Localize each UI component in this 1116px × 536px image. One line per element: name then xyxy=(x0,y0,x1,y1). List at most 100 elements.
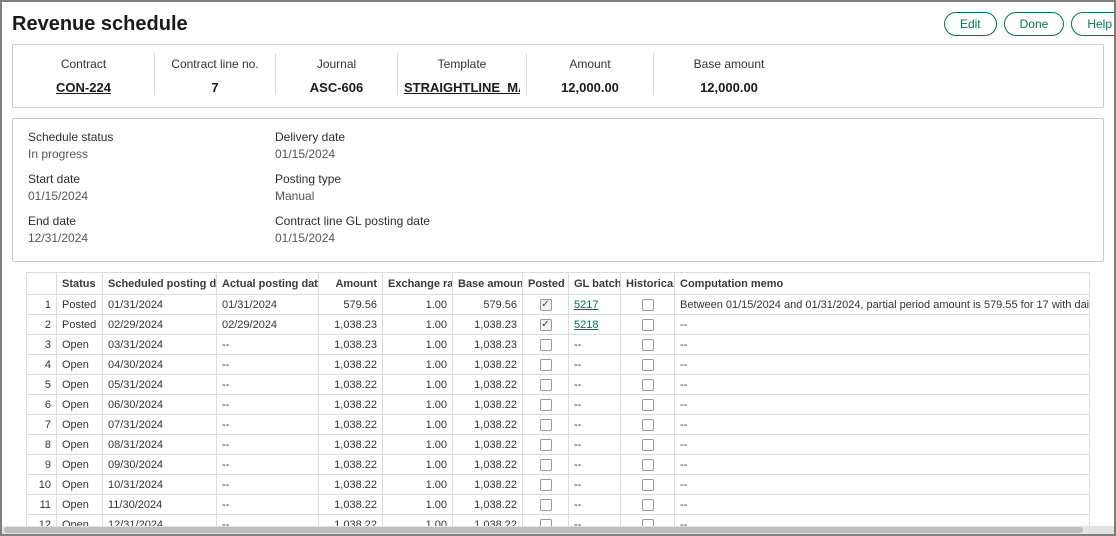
cell-row-number: 1 xyxy=(27,295,57,315)
cell-amount: 1,038.23 xyxy=(319,335,383,355)
detail-label: Schedule status xyxy=(28,130,275,144)
posted-checkbox[interactable] xyxy=(540,499,552,511)
cell-scheduled-posting-date: 02/29/2024 xyxy=(103,315,217,335)
cell-computation-memo: -- xyxy=(675,495,1090,515)
detail-value: 01/15/2024 xyxy=(28,189,275,203)
field-label: Base amount xyxy=(660,57,798,71)
posted-checkbox[interactable] xyxy=(540,439,552,451)
field-label: Contract line no. xyxy=(161,57,269,71)
gl-batch-link[interactable]: 5218 xyxy=(574,319,598,331)
cell-status: Open xyxy=(57,395,103,415)
gl-batch-empty: -- xyxy=(574,439,581,451)
cell-scheduled-posting-date: 07/31/2024 xyxy=(103,415,217,435)
cell-gl-batch: -- xyxy=(569,475,621,495)
cell-computation-memo: -- xyxy=(675,435,1090,455)
posted-checkbox[interactable] xyxy=(540,419,552,431)
historical-checkbox[interactable] xyxy=(642,339,654,351)
field-label: Contract xyxy=(19,57,148,71)
scrollbar-thumb[interactable] xyxy=(4,527,1083,533)
cell-exchange-rate: 1.00 xyxy=(383,415,453,435)
cell-exchange-rate: 1.00 xyxy=(383,435,453,455)
historical-checkbox[interactable] xyxy=(642,419,654,431)
historical-checkbox[interactable] xyxy=(642,499,654,511)
revenue-schedule-page: Revenue schedule Edit Done Help Contract… xyxy=(0,0,1116,536)
cell-gl-batch: -- xyxy=(569,435,621,455)
historical-checkbox[interactable] xyxy=(642,359,654,371)
field-value-link[interactable]: STRAIGHTLINE_MANUAL xyxy=(404,80,520,95)
field-label: Journal xyxy=(282,57,391,71)
cell-posted: ✓ xyxy=(523,295,569,315)
table-row: 5Open05/31/2024--1,038.221.001,038.22---… xyxy=(27,375,1090,395)
done-button[interactable]: Done xyxy=(1004,12,1065,36)
historical-checkbox[interactable] xyxy=(642,479,654,491)
cell-base-amount: 1,038.22 xyxy=(453,475,523,495)
cell-scheduled-posting-date: 04/30/2024 xyxy=(103,355,217,375)
historical-checkbox[interactable] xyxy=(642,439,654,451)
posted-checkbox[interactable] xyxy=(540,479,552,491)
posted-checkbox[interactable] xyxy=(540,359,552,371)
historical-checkbox[interactable] xyxy=(642,379,654,391)
detail-field-end-date: End date12/31/2024 xyxy=(28,214,275,245)
detail-label: Posting type xyxy=(275,172,430,186)
historical-checkbox[interactable] xyxy=(642,299,654,311)
cell-exchange-rate: 1.00 xyxy=(383,315,453,335)
cell-computation-memo: -- xyxy=(675,475,1090,495)
cell-status: Open xyxy=(57,335,103,355)
cell-actual-posting-date: -- xyxy=(217,395,319,415)
detail-label: Start date xyxy=(28,172,275,186)
cell-gl-batch: -- xyxy=(569,415,621,435)
detail-field-delivery-date: Delivery date01/15/2024 xyxy=(275,130,430,161)
detail-field-contract-line-gl-posting-date: Contract line GL posting date 01/15/2024 xyxy=(275,214,430,245)
cell-gl-batch: -- xyxy=(569,395,621,415)
edit-button[interactable]: Edit xyxy=(944,12,997,36)
help-button[interactable]: Help xyxy=(1071,12,1116,36)
table-row: 11Open11/30/2024--1,038.221.001,038.22--… xyxy=(27,495,1090,515)
table-row: 3Open03/31/2024--1,038.231.001,038.23---… xyxy=(27,335,1090,355)
posted-checkbox[interactable] xyxy=(540,399,552,411)
cell-actual-posting-date: -- xyxy=(217,455,319,475)
field-value: 12,000.00 xyxy=(533,80,647,95)
cell-status: Open xyxy=(57,375,103,395)
historical-checkbox[interactable] xyxy=(642,459,654,471)
posted-checkbox[interactable] xyxy=(540,379,552,391)
detail-value: 01/15/2024 xyxy=(275,231,430,245)
posted-checkbox[interactable] xyxy=(540,459,552,471)
cell-historical xyxy=(621,455,675,475)
gl-batch-empty: -- xyxy=(574,339,581,351)
cell-row-number: 8 xyxy=(27,435,57,455)
historical-checkbox[interactable] xyxy=(642,319,654,331)
posted-checkbox[interactable]: ✓ xyxy=(540,319,552,331)
cell-historical xyxy=(621,435,675,455)
cell-posted xyxy=(523,455,569,475)
cell-gl-batch: -- xyxy=(569,495,621,515)
table-header-row: StatusScheduled posting dateActual posti… xyxy=(27,273,1090,295)
column-header-exchange-rate: Exchange rate xyxy=(383,273,453,295)
cell-exchange-rate: 1.00 xyxy=(383,295,453,315)
table-row: 10Open10/31/2024--1,038.221.001,038.22--… xyxy=(27,475,1090,495)
cell-amount: 579.56 xyxy=(319,295,383,315)
cell-gl-batch: -- xyxy=(569,375,621,395)
cell-historical xyxy=(621,475,675,495)
cell-scheduled-posting-date: 03/31/2024 xyxy=(103,335,217,355)
detail-label: Contract line GL posting date xyxy=(275,214,430,228)
historical-checkbox[interactable] xyxy=(642,399,654,411)
posted-checkbox[interactable] xyxy=(540,339,552,351)
cell-computation-memo: -- xyxy=(675,395,1090,415)
cell-computation-memo: -- xyxy=(675,335,1090,355)
cell-amount: 1,038.23 xyxy=(319,315,383,335)
posted-checkbox[interactable]: ✓ xyxy=(540,299,552,311)
column-header-row-number xyxy=(27,273,57,295)
gl-batch-link[interactable]: 5217 xyxy=(574,299,598,311)
cell-exchange-rate: 1.00 xyxy=(383,335,453,355)
cell-base-amount: 1,038.22 xyxy=(453,375,523,395)
summary-field-contract: Contract CON-224 xyxy=(13,53,155,95)
cell-row-number: 7 xyxy=(27,415,57,435)
horizontal-scrollbar[interactable] xyxy=(2,526,1114,534)
cell-status: Posted xyxy=(57,295,103,315)
field-value-link[interactable]: CON-224 xyxy=(19,80,148,95)
cell-status: Posted xyxy=(57,315,103,335)
cell-exchange-rate: 1.00 xyxy=(383,375,453,395)
cell-historical xyxy=(621,415,675,435)
cell-row-number: 9 xyxy=(27,455,57,475)
field-value: ASC-606 xyxy=(282,80,391,95)
